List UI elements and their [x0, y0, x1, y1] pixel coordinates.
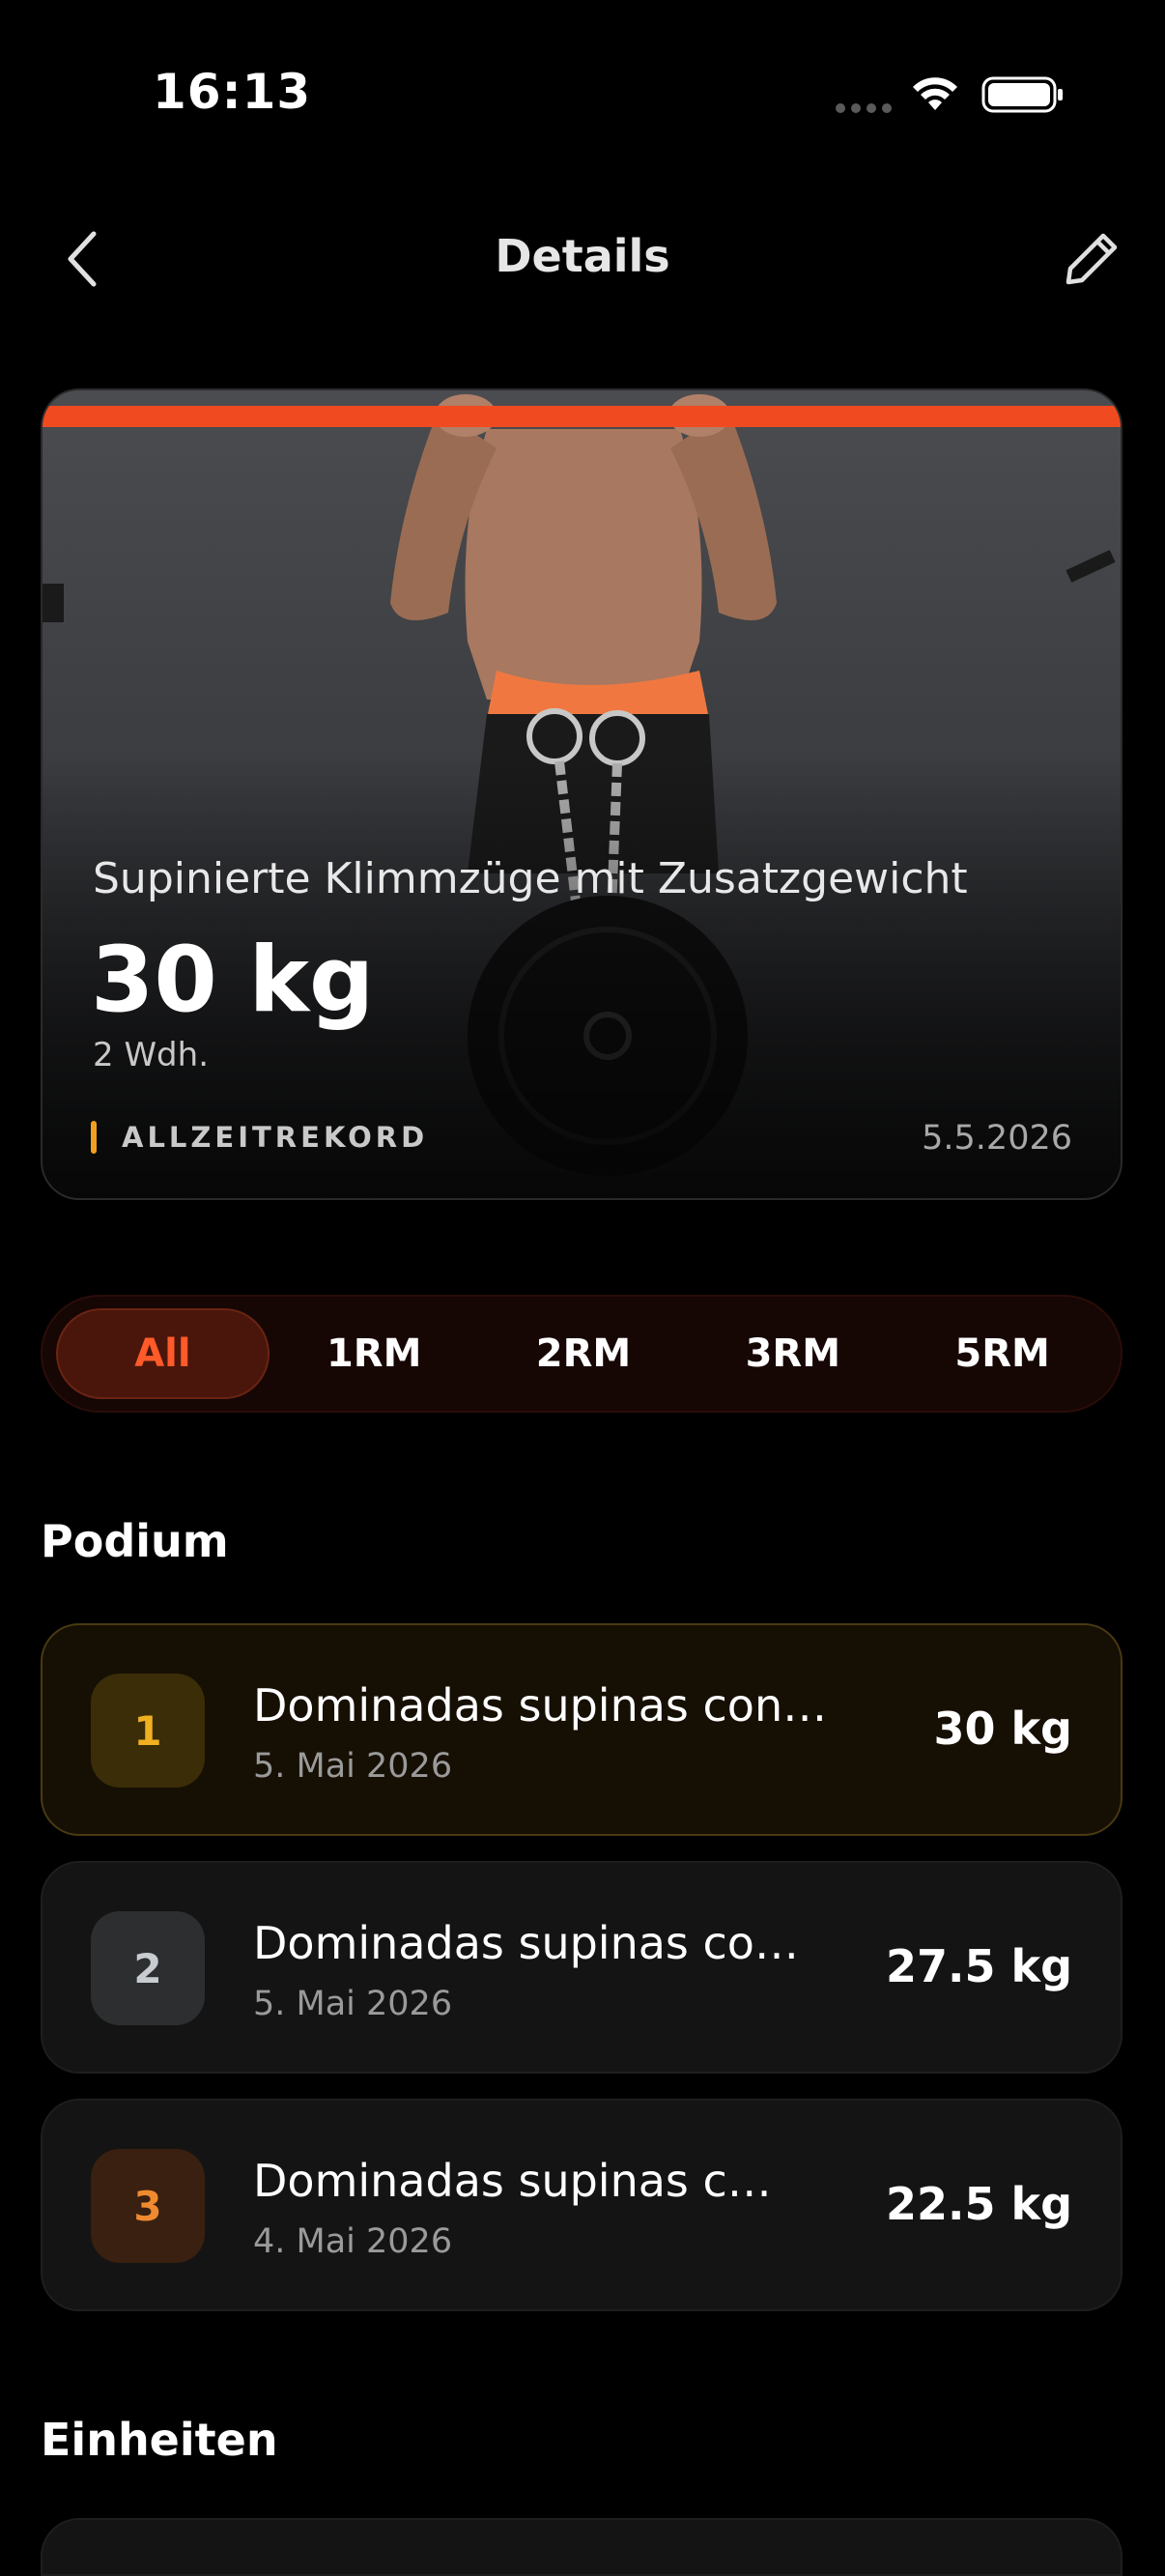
podium-row-2[interactable]: 2 Dominadas supinas con lastre 5. Mai 20… [41, 1861, 1122, 2074]
podium-entry-title: Dominadas supinas con lastre [253, 2155, 794, 2207]
chevron-left-icon [68, 231, 97, 287]
battery-icon [981, 76, 1063, 113]
record-weight: 30 kg [91, 928, 375, 1033]
page-title: Details [495, 230, 670, 282]
record-hero-card[interactable]: Supinierte Klimmzüge mit Zusatzgewicht 3… [41, 388, 1122, 1200]
podium-entry-title: Dominadas supinas con lastre [253, 1917, 813, 1969]
podium-entry-date: 5. Mai 2026 [253, 1747, 453, 1786]
podium-entry-date: 4. Mai 2026 [253, 2222, 453, 2261]
rank-badge: 3 [91, 2149, 205, 2263]
edit-button[interactable] [1053, 220, 1130, 298]
filter-tab-2rm[interactable]: 2RM [479, 1308, 689, 1399]
podium-entry-weight: 30 kg [933, 1703, 1072, 1755]
signal-icon [836, 103, 892, 113]
podium-entry-weight: 27.5 kg [885, 1940, 1072, 1992]
rank-badge: 1 [91, 1674, 205, 1788]
record-reps: 2 Wdh. [93, 1036, 209, 1074]
status-bar: 16:13 [0, 0, 1165, 193]
filter-tab-all[interactable]: All [56, 1308, 270, 1399]
podium-entry-weight: 22.5 kg [885, 2178, 1072, 2230]
hero-overlay [43, 390, 1121, 1198]
units-title: Einheiten [41, 2414, 278, 2466]
record-date: 5.5.2026 [922, 1119, 1072, 1158]
podium-entry-date: 5. Mai 2026 [253, 1985, 453, 2023]
rank-badge: 2 [91, 1911, 205, 2025]
filter-tab-3rm[interactable]: 3RM [688, 1308, 897, 1399]
podium-entry-title: Dominadas supinas con lastre [253, 1679, 833, 1732]
filter-tab-5rm[interactable]: 5RM [897, 1308, 1107, 1399]
record-label: ALLZEITREKORD [122, 1121, 429, 1154]
exercise-name: Supinierte Klimmzüge mit Zusatzgewicht [93, 854, 968, 903]
podium-row-1[interactable]: 1 Dominadas supinas con lastre 5. Mai 20… [41, 1623, 1122, 1836]
record-accent-bar [91, 1121, 97, 1154]
back-button[interactable] [48, 220, 116, 298]
rep-max-filter: All 1RM 2RM 3RM 5RM [41, 1295, 1122, 1413]
units-card[interactable] [41, 2518, 1122, 2576]
wifi-icon [913, 77, 957, 110]
pencil-icon [1066, 233, 1118, 285]
filter-tab-1rm[interactable]: 1RM [270, 1308, 479, 1399]
status-time: 16:13 [153, 64, 312, 120]
podium-title: Podium [41, 1515, 229, 1567]
podium-row-3[interactable]: 3 Dominadas supinas con lastre 4. Mai 20… [41, 2099, 1122, 2311]
